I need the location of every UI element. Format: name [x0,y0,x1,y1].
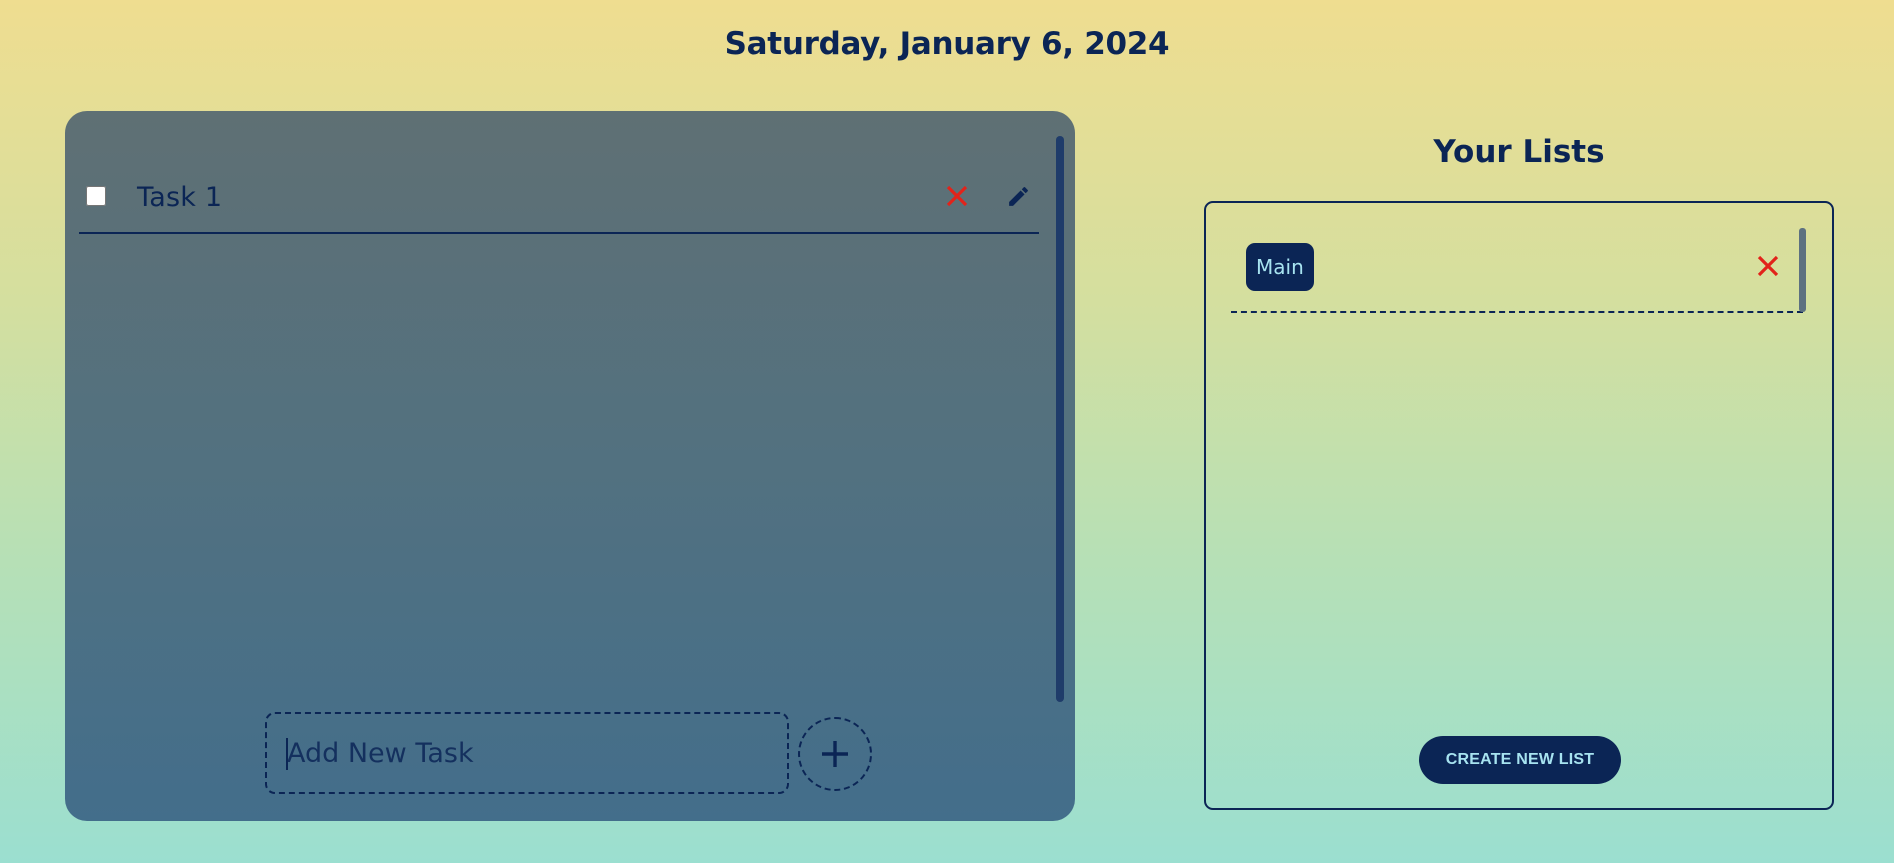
page-title: Saturday, January 6, 2024 [724,26,1170,62]
add-task-button[interactable] [798,717,872,791]
add-task-input[interactable] [265,712,789,794]
pencil-icon [1008,186,1028,206]
edit-task-button[interactable] [1002,180,1034,212]
delete-list-button[interactable] [1752,250,1784,282]
text-caret [286,738,288,770]
list-item-main[interactable]: Main [1246,243,1314,291]
close-icon [1757,255,1779,277]
task-row: Task 1 [79,156,1039,234]
delete-task-button[interactable] [941,180,973,212]
task-checkbox[interactable] [86,186,106,206]
task-panel: Task 1 [65,111,1075,821]
list-item: Main [1231,243,1803,313]
task-scrollbar[interactable] [1056,136,1064,702]
lists-scrollbar[interactable] [1799,228,1806,312]
lists-heading: Your Lists [1433,134,1605,170]
create-list-button[interactable]: CREATE NEW LIST [1419,736,1621,784]
plus-icon [822,741,848,767]
close-icon [946,185,968,207]
lists-panel: Main CREATE NEW LIST [1204,201,1834,810]
task-label: Task 1 [137,182,223,213]
